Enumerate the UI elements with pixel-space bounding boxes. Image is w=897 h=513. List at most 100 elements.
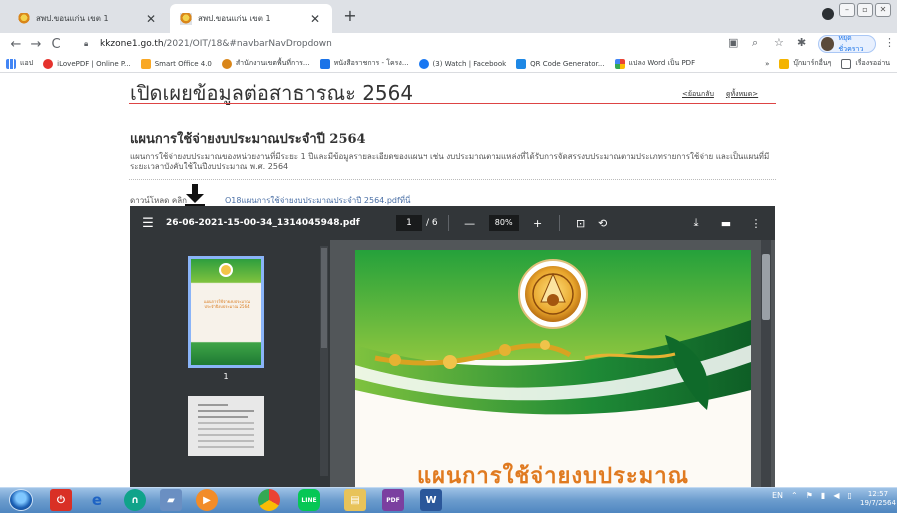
bookmark-label: (3) Watch | Facebook: [432, 59, 507, 68]
close-window-icon[interactable]: ✕: [875, 3, 891, 17]
back-link[interactable]: <ย้อนกลับ: [682, 89, 714, 100]
view-all-link[interactable]: ดูทั้งหมด>: [726, 89, 758, 100]
explorer-icon[interactable]: ▰: [160, 489, 182, 511]
headset-app-icon[interactable]: ∩: [124, 489, 146, 511]
page-scroll-thumb[interactable]: [762, 254, 770, 320]
clock-date: 19/7/2564: [860, 499, 896, 507]
rotate-icon[interactable]: ⟲: [592, 217, 614, 230]
chevron-up-icon[interactable]: ⌃: [791, 491, 798, 500]
network-icon[interactable]: ▮: [821, 491, 825, 500]
zoom-in-button[interactable]: +: [527, 217, 549, 230]
close-tab-icon[interactable]: ✕: [308, 12, 322, 26]
hamburger-menu-icon[interactable]: ☰: [130, 216, 166, 231]
word-icon[interactable]: W: [420, 489, 442, 511]
bookmark-official-letters[interactable]: หนังสือราชการ - โครง...: [319, 58, 409, 69]
emblem-icon: [219, 263, 233, 277]
fit-page-icon[interactable]: ⊡: [570, 217, 592, 230]
page-title: เปิดเผยข้อมูลต่อสาธารณะ 2564: [130, 81, 414, 105]
thumbnail-title: แผนการใช้จ่ายงบประมาณ ประจำปีงบประมาณ 25…: [204, 299, 250, 309]
lock-icon: 🔒︎: [84, 39, 89, 48]
page-thumbnail-2[interactable]: [188, 396, 264, 456]
page-number-input[interactable]: 1: [396, 215, 422, 231]
language-indicator[interactable]: EN: [772, 491, 783, 500]
tab-title: สพป.ขอนแก่น เขต 1: [198, 14, 271, 23]
reload-icon[interactable]: C: [46, 37, 66, 52]
pdf-viewer: ☰ 26-06-2021-15-00-34_1314045948.pdf 1 /…: [130, 206, 775, 487]
bookmark-smart-office[interactable]: Smart Office 4.0: [140, 58, 212, 69]
clock[interactable]: 12:57 19/7/2564: [860, 490, 896, 508]
page-thumbnail-1[interactable]: แผนการใช้จ่ายงบประมาณ ประจำปีงบประมาณ 25…: [188, 256, 264, 368]
media-player-icon[interactable]: ▶: [196, 489, 218, 511]
extensions-icon[interactable]: ✱: [797, 36, 806, 49]
minimize-icon[interactable]: –: [839, 3, 855, 17]
zoom-level-input[interactable]: 80%: [488, 215, 519, 231]
bookmark-label: »: [765, 59, 770, 68]
bookmarks-overflow-button[interactable]: »: [765, 60, 769, 68]
url-host: kkzone1.go.th: [100, 39, 164, 49]
document-icon: [319, 58, 330, 69]
toolbar-divider: [558, 215, 560, 231]
bookmark-label: เรื่องรออ่าน: [855, 59, 891, 67]
bookmark-ilovepdf[interactable]: iLovePDF | Online P...: [43, 58, 131, 69]
power-app-icon[interactable]: ⏻: [50, 489, 72, 511]
bookmark-other[interactable]: บุ๊กมาร์กอื่นๆ: [779, 58, 831, 69]
kebab-menu-icon[interactable]: ⋮: [884, 36, 895, 49]
translate-icon[interactable]: ▣: [728, 36, 738, 49]
start-button[interactable]: [9, 489, 33, 511]
reading-list-icon: [841, 58, 852, 69]
back-arrow-icon[interactable]: ←: [6, 37, 26, 52]
battery-icon[interactable]: ▯: [847, 491, 851, 500]
new-tab-button[interactable]: +: [340, 6, 360, 26]
system-tray: EN ⌃ ⚑ ▮ ◀ ▯: [772, 491, 852, 500]
tab-favicon-icon: [180, 12, 192, 25]
web-page: เปิดเผยข้อมูลต่อสาธารณะ 2564 <ย้อนกลับ ด…: [0, 73, 897, 487]
internet-explorer-icon[interactable]: e: [86, 489, 108, 511]
maximize-icon[interactable]: ▫: [857, 3, 873, 17]
bookmark-qr-generator[interactable]: QR Code Generator...: [516, 58, 605, 69]
cover-artwork: [355, 250, 751, 487]
bookmark-word-to-pdf[interactable]: แปลง Word เป็น PDF: [614, 58, 696, 69]
print-icon[interactable]: ▬: [715, 217, 737, 230]
star-icon[interactable]: ☆: [774, 36, 784, 49]
tab-1[interactable]: สพป.ขอนแก่น เขต 1 ✕: [8, 4, 168, 33]
line-app-icon[interactable]: LINE: [298, 489, 320, 511]
flag-icon[interactable]: ⚑: [806, 491, 813, 500]
forward-arrow-icon[interactable]: →: [26, 37, 46, 52]
bookmark-area-office[interactable]: สำนักงานเขตพื้นที่การ...: [221, 58, 310, 69]
heart-icon: [43, 58, 54, 69]
dotted-divider: [129, 179, 776, 180]
zoom-out-button[interactable]: —: [459, 217, 481, 230]
toolbar-divider: [447, 215, 449, 231]
window-controls: – ▫ ✕: [839, 3, 891, 17]
pdf-filename: 26-06-2021-15-00-34_1314045948.pdf: [166, 218, 360, 228]
tab-2-active[interactable]: สพป.ขอนแก่น เขต 1 ✕: [170, 4, 332, 33]
download-icon[interactable]: ⤓: [685, 216, 707, 230]
address-bar[interactable]: 🔒︎ kkzone1.go.th/2021/OIT/18&#navbarNavD…: [84, 35, 720, 53]
pdf-app-icon[interactable]: PDF: [382, 489, 404, 511]
bookmark-label: สำนักงานเขตพื้นที่การ...: [235, 59, 310, 67]
profile-button[interactable]: หยุดชั่วคราว: [818, 34, 876, 53]
folder-icon[interactable]: ▤: [344, 489, 366, 511]
bookmark-facebook[interactable]: (3) Watch | Facebook: [418, 58, 507, 69]
volume-icon[interactable]: ◀: [833, 491, 839, 500]
close-tab-icon[interactable]: ✕: [144, 12, 158, 26]
sidebar-scroll-thumb[interactable]: [321, 248, 327, 348]
bookmark-label: Smart Office 4.0: [154, 59, 212, 68]
bookmark-reading-list[interactable]: เรื่องรออ่าน: [841, 58, 890, 69]
bookmark-label: บุ๊กมาร์กอื่นๆ: [793, 59, 832, 67]
emblem-icon: [221, 58, 232, 69]
title-divider: [129, 103, 776, 104]
zoom-icon[interactable]: ⌕: [752, 36, 758, 50]
bookmark-label: หนังสือราชการ - โครง...: [333, 59, 409, 67]
folder-icon: [779, 58, 790, 69]
avatar: [821, 37, 835, 51]
thumbnail-label: 1: [223, 372, 229, 381]
more-options-icon[interactable]: ⋮: [745, 217, 767, 230]
qr-icon: [516, 58, 527, 69]
chrome-icon[interactable]: [258, 489, 280, 511]
bookmark-apps[interactable]: แอป: [6, 58, 33, 69]
page-total: 6: [431, 218, 438, 228]
tab-title: สพป.ขอนแก่น เขต 1: [36, 14, 109, 23]
bookmark-label: แปลง Word เป็น PDF: [628, 59, 696, 67]
download-link[interactable]: O18แผนการใช้จ่ายงบประมาณประจำปี 2564.pdf…: [225, 196, 411, 205]
